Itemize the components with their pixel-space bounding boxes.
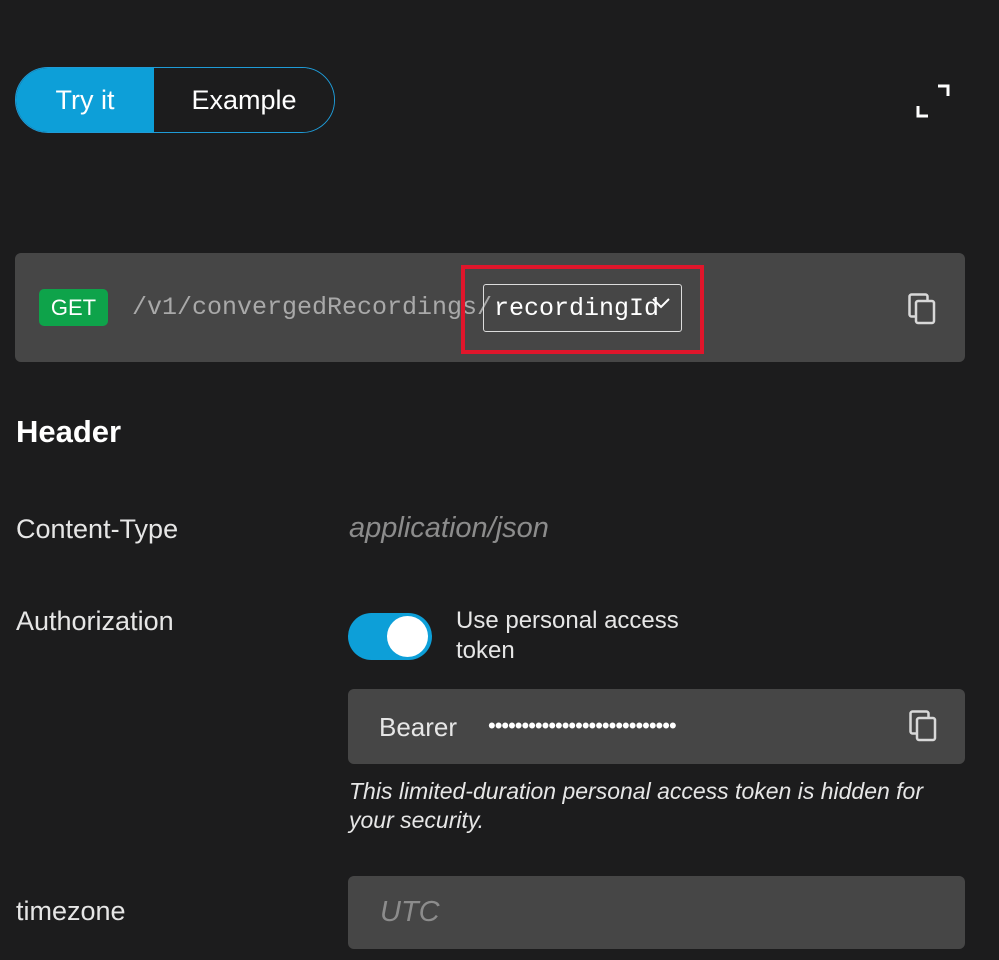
method-badge: GET — [39, 289, 108, 326]
mode-tabs: Try it Example — [15, 67, 335, 133]
toggle-label: Use personal access token — [456, 607, 679, 664]
content-type-label: Content-Type — [16, 514, 179, 544]
expand-icon[interactable] — [916, 84, 950, 118]
tab-example[interactable]: Example — [154, 68, 334, 132]
token-hidden-note: This limited-duration personal access to… — [349, 778, 924, 833]
chevron-down-icon — [652, 298, 670, 309]
path-param-label: recordingId — [494, 293, 660, 323]
timezone-input[interactable] — [348, 876, 965, 949]
masked-token: •••••••••••••••••••••••••••• — [488, 713, 677, 738]
content-type-value: application/json — [349, 512, 549, 544]
bearer-token-field: Bearer •••••••••••••••••••••••••••• — [348, 689, 965, 764]
tab-try-it[interactable]: Try it — [16, 68, 154, 132]
authorization-label: Authorization — [16, 606, 174, 636]
header-section-title: Header — [16, 414, 122, 449]
endpoint-bar: GET /v1/convergedRecordings/ recordingId — [15, 253, 965, 362]
bearer-label: Bearer — [379, 712, 458, 742]
personal-token-toggle[interactable] — [348, 613, 432, 660]
copy-icon[interactable] — [909, 710, 937, 742]
timezone-label: timezone — [16, 896, 126, 926]
copy-icon[interactable] — [908, 293, 936, 325]
endpoint-path: /v1/convergedRecordings/ — [132, 293, 493, 322]
toggle-knob — [387, 616, 428, 657]
path-param-select[interactable]: recordingId — [483, 284, 682, 332]
